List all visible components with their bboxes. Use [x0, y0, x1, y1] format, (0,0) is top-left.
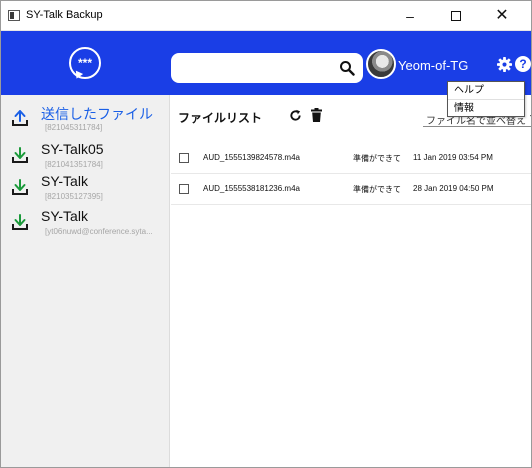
app-icon	[8, 10, 20, 21]
file-status: 準備ができて	[353, 185, 401, 194]
help-icon[interactable]: ?	[515, 56, 531, 72]
menu-item-info[interactable]: 情報	[448, 99, 524, 116]
sidebar-item-label: SY-Talk	[41, 208, 88, 224]
sidebar-item-label: SY-Talk	[41, 173, 88, 189]
download-icon	[12, 147, 28, 163]
upload-icon	[12, 110, 28, 126]
sidebar-item-id: [821041351784]	[45, 160, 103, 169]
sidebar-item-id: [yt06nuwd@conference.syta...	[45, 227, 153, 236]
search-icon[interactable]	[339, 60, 355, 76]
maximize-icon	[451, 11, 461, 22]
user-name[interactable]: Yeom-of-TG	[398, 58, 468, 73]
page-title: ファイルリスト	[178, 111, 263, 125]
minimize-button[interactable]: –	[387, 1, 433, 31]
download-icon	[12, 179, 28, 195]
app-window: SY-Talk Backup – ✕ *** Yeom-of-TG ? ヘルプ …	[0, 0, 532, 468]
sidebar-item-sent-files[interactable]: 送信したファイル [821045311784]	[1, 103, 170, 141]
file-list-panel: ファイルリスト ファイル名で並べ替え AUD_1555139824578.m4a…	[171, 95, 531, 467]
sidebar: 送信したファイル [821045311784] SY-Talk05 [82104…	[1, 95, 170, 467]
sidebar-item-label: 送信したファイル	[41, 106, 153, 122]
file-date: 28 Jan 2019 04:50 PM	[413, 184, 494, 193]
sidebar-item-sytalk[interactable]: SY-Talk [821035127395]	[1, 172, 170, 210]
logo-dots: ***	[77, 56, 92, 70]
settings-menu: ヘルプ 情報	[447, 81, 525, 117]
sidebar-item-id: [821035127395]	[45, 192, 103, 201]
sidebar-item-sytalk-conference[interactable]: SY-Talk [yt06nuwd@conference.syta...	[1, 207, 170, 245]
file-date: 11 Jan 2019 03:54 PM	[413, 153, 493, 162]
row-checkbox[interactable]	[179, 184, 189, 194]
search-input[interactable]	[179, 58, 329, 78]
window-title: SY-Talk Backup	[26, 9, 103, 21]
gear-icon[interactable]	[497, 57, 512, 72]
table-row[interactable]: AUD_1555139824578.m4a 準備ができて 11 Jan 2019…	[171, 143, 531, 174]
download-icon	[12, 214, 28, 230]
sidebar-item-id: [821045311784]	[45, 123, 103, 132]
file-status: 準備ができて	[353, 154, 401, 163]
search-box[interactable]	[171, 53, 363, 83]
row-checkbox[interactable]	[179, 153, 189, 163]
maximize-button[interactable]	[433, 1, 479, 31]
menu-item-help[interactable]: ヘルプ	[448, 82, 524, 99]
trash-icon[interactable]	[311, 108, 322, 122]
title-bar: SY-Talk Backup – ✕	[1, 1, 531, 31]
table-row[interactable]: AUD_1555538181236.m4a 準備ができて 28 Jan 2019…	[171, 174, 531, 205]
close-button[interactable]: ✕	[479, 1, 525, 31]
sidebar-item-label: SY-Talk05	[41, 141, 104, 157]
chat-bubble-logo: ***	[69, 47, 101, 79]
avatar[interactable]	[366, 49, 396, 79]
file-name: AUD_1555139824578.m4a	[203, 153, 300, 162]
file-name: AUD_1555538181236.m4a	[203, 184, 300, 193]
refresh-icon[interactable]	[289, 109, 302, 122]
